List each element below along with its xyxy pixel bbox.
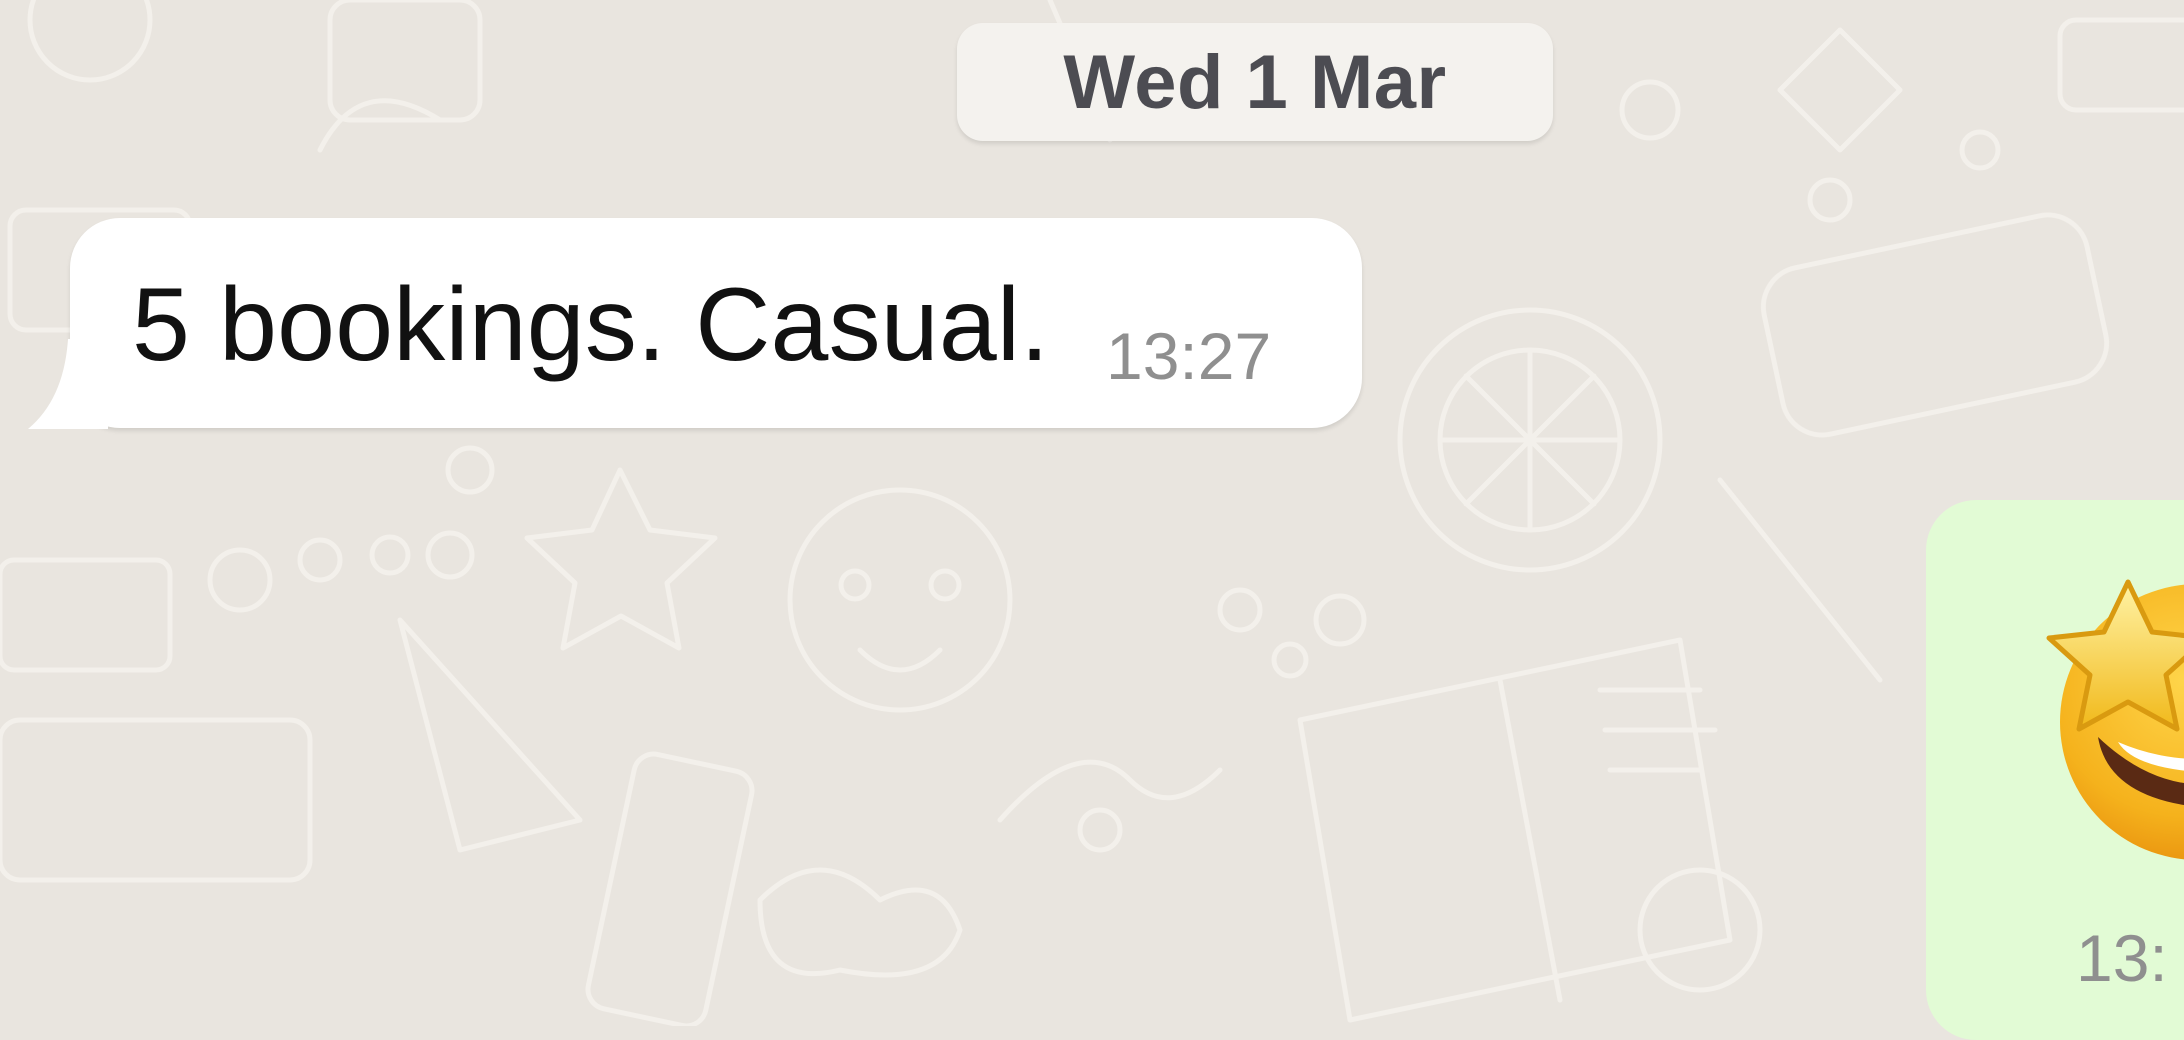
bubble-tail [28, 339, 108, 429]
star-struck-emoji-icon [2038, 562, 2184, 862]
message-timestamp: 13:27 [1106, 319, 1272, 393]
date-divider-label: Wed 1 Mar [1063, 39, 1447, 125]
incoming-message-bubble[interactable]: 5 bookings. Casual. 13:27 [28, 218, 1362, 429]
message-text: 5 bookings. Casual. [132, 267, 1050, 383]
outgoing-message-bubble[interactable]: 13: [1926, 500, 2184, 1040]
date-divider: Wed 1 Mar [957, 23, 1553, 141]
chat-wallpaper [0, 0, 2184, 1026]
message-timestamp: 13: [2076, 921, 2168, 995]
